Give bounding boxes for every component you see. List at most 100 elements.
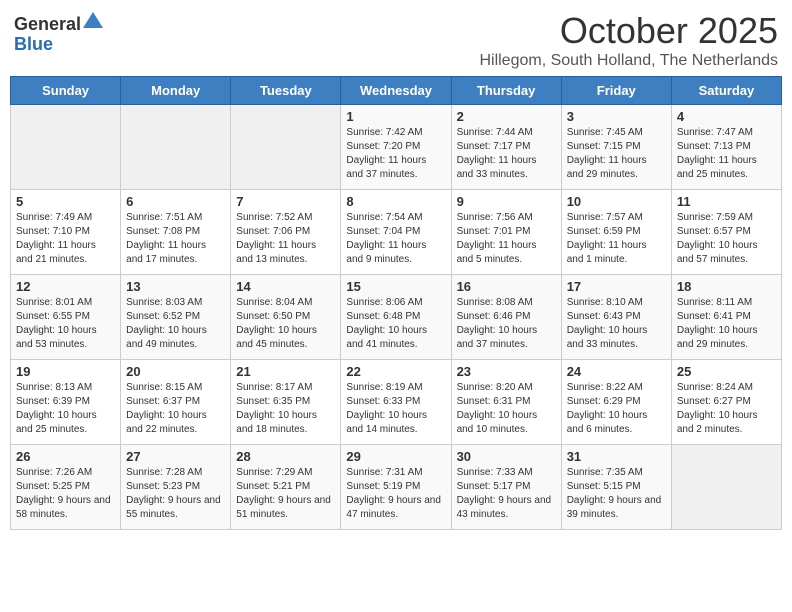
day-info: Sunrise: 7:57 AM Sunset: 6:59 PM Dayligh… — [567, 211, 666, 267]
day-number: 18 — [677, 279, 776, 294]
day-header-monday: Monday — [121, 77, 231, 105]
calendar-cell: 16 Sunrise: 8:08 AM Sunset: 6:46 PM Dayli… — [451, 275, 561, 360]
calendar-cell: 1 Sunrise: 7:42 AM Sunset: 7:20 PM Daylig… — [341, 105, 451, 190]
day-info: Sunrise: 8:15 AM Sunset: 6:37 PM Dayligh… — [126, 381, 225, 437]
day-header-sunday: Sunday — [11, 77, 121, 105]
day-number: 12 — [16, 279, 115, 294]
calendar-cell: 28 Sunrise: 7:29 AM Sunset: 5:21 PM Dayli… — [231, 445, 341, 530]
calendar-week-row: 1 Sunrise: 7:42 AM Sunset: 7:20 PM Daylig… — [11, 105, 782, 190]
day-info: Sunrise: 8:06 AM Sunset: 6:48 PM Dayligh… — [346, 296, 445, 352]
calendar-cell — [231, 105, 341, 190]
calendar-week-row: 26 Sunrise: 7:26 AM Sunset: 5:25 PM Dayli… — [11, 445, 782, 530]
day-number: 1 — [346, 109, 445, 124]
calendar-cell: 3 Sunrise: 7:45 AM Sunset: 7:15 PM Daylig… — [561, 105, 671, 190]
calendar-cell: 20 Sunrise: 8:15 AM Sunset: 6:37 PM Dayli… — [121, 360, 231, 445]
day-info: Sunrise: 7:35 AM Sunset: 5:15 PM Dayligh… — [567, 466, 666, 522]
logo-blue: Blue — [14, 34, 53, 54]
day-number: 7 — [236, 194, 335, 209]
day-info: Sunrise: 7:49 AM Sunset: 7:10 PM Dayligh… — [16, 211, 115, 267]
calendar-cell: 22 Sunrise: 8:19 AM Sunset: 6:33 PM Dayli… — [341, 360, 451, 445]
day-info: Sunrise: 8:24 AM Sunset: 6:27 PM Dayligh… — [677, 381, 776, 437]
calendar-header-row: SundayMondayTuesdayWednesdayThursdayFrid… — [11, 77, 782, 105]
day-info: Sunrise: 8:10 AM Sunset: 6:43 PM Dayligh… — [567, 296, 666, 352]
day-number: 21 — [236, 364, 335, 379]
calendar-cell: 23Sunrise: 8:20 AM Sunset: 6:31 PM Dayli… — [451, 360, 561, 445]
day-number: 14 — [236, 279, 335, 294]
location-subtitle: Hillegom, South Holland, The Netherlands — [479, 52, 778, 70]
day-info: Sunrise: 8:19 AM Sunset: 6:33 PM Dayligh… — [346, 381, 445, 437]
day-info: Sunrise: 7:26 AM Sunset: 5:25 PM Dayligh… — [16, 466, 115, 522]
day-number: 2 — [457, 109, 556, 124]
day-number: 3 — [567, 109, 666, 124]
calendar-cell: 6 Sunrise: 7:51 AM Sunset: 7:08 PM Daylig… — [121, 190, 231, 275]
title-section: October 2025 Hillegom, South Holland, Th… — [479, 10, 778, 70]
calendar-cell: 19 Sunrise: 8:13 AM Sunset: 6:39 PM Dayli… — [11, 360, 121, 445]
day-number: 22 — [346, 364, 445, 379]
page-header: General Blue October 2025 Hillegom, Sout… — [10, 10, 782, 70]
day-header-wednesday: Wednesday — [341, 77, 451, 105]
day-info: Sunrise: 8:03 AM Sunset: 6:52 PM Dayligh… — [126, 296, 225, 352]
day-number: 4 — [677, 109, 776, 124]
day-number: 24 — [567, 364, 666, 379]
calendar-cell: 24Sunrise: 8:22 AM Sunset: 6:29 PM Dayli… — [561, 360, 671, 445]
day-number: 10 — [567, 194, 666, 209]
day-number: 31 — [567, 449, 666, 464]
calendar-cell — [121, 105, 231, 190]
day-number: 20 — [126, 364, 225, 379]
day-info: Sunrise: 7:59 AM Sunset: 6:57 PM Dayligh… — [677, 211, 776, 267]
calendar-cell: 7 Sunrise: 7:52 AM Sunset: 7:06 PM Daylig… — [231, 190, 341, 275]
calendar-cell: 15Sunrise: 8:06 AM Sunset: 6:48 PM Dayli… — [341, 275, 451, 360]
day-info: Sunrise: 7:44 AM Sunset: 7:17 PM Dayligh… — [457, 126, 556, 182]
day-info: Sunrise: 7:47 AM Sunset: 7:13 PM Dayligh… — [677, 126, 776, 182]
calendar-cell: 21Sunrise: 8:17 AM Sunset: 6:35 PM Dayli… — [231, 360, 341, 445]
day-number: 9 — [457, 194, 556, 209]
month-title: October 2025 — [479, 10, 778, 52]
day-number: 26 — [16, 449, 115, 464]
day-number: 17 — [567, 279, 666, 294]
day-header-thursday: Thursday — [451, 77, 561, 105]
day-info: Sunrise: 8:13 AM Sunset: 6:39 PM Dayligh… — [16, 381, 115, 437]
calendar-cell: 9 Sunrise: 7:56 AM Sunset: 7:01 PM Daylig… — [451, 190, 561, 275]
calendar-cell: 17 Sunrise: 8:10 AM Sunset: 6:43 PM Dayli… — [561, 275, 671, 360]
day-info: Sunrise: 7:29 AM Sunset: 5:21 PM Dayligh… — [236, 466, 335, 522]
day-info: Sunrise: 7:52 AM Sunset: 7:06 PM Dayligh… — [236, 211, 335, 267]
calendar-cell: 30 Sunrise: 7:33 AM Sunset: 5:17 PM Dayli… — [451, 445, 561, 530]
calendar-cell: 8Sunrise: 7:54 AM Sunset: 7:04 PM Daylig… — [341, 190, 451, 275]
day-number: 6 — [126, 194, 225, 209]
day-number: 30 — [457, 449, 556, 464]
calendar-cell: 2 Sunrise: 7:44 AM Sunset: 7:17 PM Daylig… — [451, 105, 561, 190]
day-number: 5 — [16, 194, 115, 209]
day-info: Sunrise: 7:51 AM Sunset: 7:08 PM Dayligh… — [126, 211, 225, 267]
calendar-cell: 25 Sunrise: 8:24 AM Sunset: 6:27 PM Dayli… — [671, 360, 781, 445]
day-info: Sunrise: 8:04 AM Sunset: 6:50 PM Dayligh… — [236, 296, 335, 352]
calendar-cell: 26 Sunrise: 7:26 AM Sunset: 5:25 PM Dayli… — [11, 445, 121, 530]
day-info: Sunrise: 7:54 AM Sunset: 7:04 PM Dayligh… — [346, 211, 445, 267]
day-number: 16 — [457, 279, 556, 294]
day-info: Sunrise: 8:20 AM Sunset: 6:31 PM Dayligh… — [457, 381, 556, 437]
day-info: Sunrise: 7:45 AM Sunset: 7:15 PM Dayligh… — [567, 126, 666, 182]
day-info: Sunrise: 8:11 AM Sunset: 6:41 PM Dayligh… — [677, 296, 776, 352]
day-number: 11 — [677, 194, 776, 209]
day-number: 27 — [126, 449, 225, 464]
calendar-week-row: 12 Sunrise: 8:01 AM Sunset: 6:55 PM Dayli… — [11, 275, 782, 360]
day-number: 29 — [346, 449, 445, 464]
day-info: Sunrise: 7:33 AM Sunset: 5:17 PM Dayligh… — [457, 466, 556, 522]
calendar-cell — [11, 105, 121, 190]
day-number: 13 — [126, 279, 225, 294]
calendar-cell: 13 Sunrise: 8:03 AM Sunset: 6:52 PM Dayli… — [121, 275, 231, 360]
day-info: Sunrise: 8:01 AM Sunset: 6:55 PM Dayligh… — [16, 296, 115, 352]
day-info: Sunrise: 8:08 AM Sunset: 6:46 PM Dayligh… — [457, 296, 556, 352]
day-number: 25 — [677, 364, 776, 379]
calendar-cell: 29Sunrise: 7:31 AM Sunset: 5:19 PM Dayli… — [341, 445, 451, 530]
day-header-friday: Friday — [561, 77, 671, 105]
calendar-cell: 4 Sunrise: 7:47 AM Sunset: 7:13 PM Daylig… — [671, 105, 781, 190]
day-info: Sunrise: 7:42 AM Sunset: 7:20 PM Dayligh… — [346, 126, 445, 182]
day-number: 28 — [236, 449, 335, 464]
calendar-cell: 12 Sunrise: 8:01 AM Sunset: 6:55 PM Dayli… — [11, 275, 121, 360]
day-number: 19 — [16, 364, 115, 379]
day-info: Sunrise: 7:56 AM Sunset: 7:01 PM Dayligh… — [457, 211, 556, 267]
calendar-cell: 18 Sunrise: 8:11 AM Sunset: 6:41 PM Dayli… — [671, 275, 781, 360]
calendar-week-row: 19 Sunrise: 8:13 AM Sunset: 6:39 PM Dayli… — [11, 360, 782, 445]
day-info: Sunrise: 7:28 AM Sunset: 5:23 PM Dayligh… — [126, 466, 225, 522]
calendar-week-row: 5 Sunrise: 7:49 AM Sunset: 7:10 PM Daylig… — [11, 190, 782, 275]
